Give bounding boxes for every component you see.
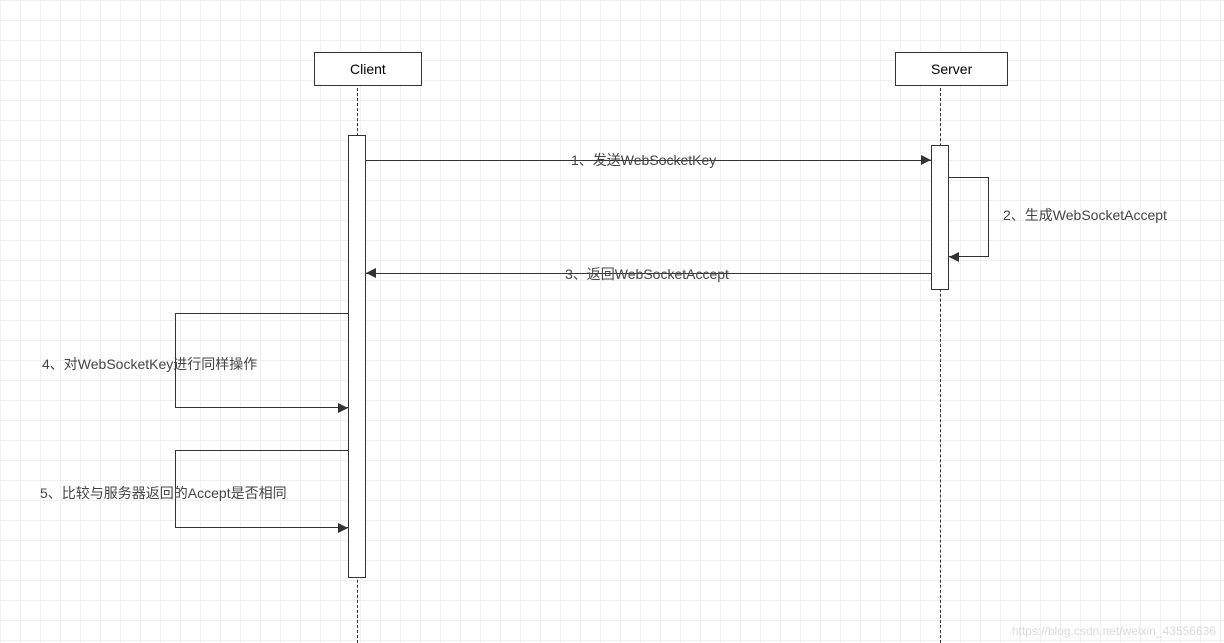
msg3-arrow: [366, 268, 376, 278]
activation-server: [931, 145, 949, 290]
msg5-arrow: [338, 523, 348, 533]
msg2-label: 2、生成WebSocketAccept: [1003, 205, 1167, 225]
activation-client: [348, 135, 366, 578]
actor-server: Server: [895, 52, 1008, 86]
msg1-arrow: [921, 155, 931, 165]
watermark: https://blog.csdn.net/weixin_43556636: [1012, 624, 1216, 638]
msg4-arrow: [338, 403, 348, 413]
msg5-label: 5、比较与服务器返回的Accept是否相同: [40, 483, 287, 503]
actor-client: Client: [314, 52, 422, 86]
msg2-arrow: [949, 252, 959, 262]
msg1-label: 1、发送WebSocketKey: [571, 150, 716, 170]
msg2-loop: [949, 177, 989, 257]
msg4-label: 4、对WebSocketKey进行同样操作: [42, 354, 257, 374]
msg3-label: 3、返回WebSocketAccept: [565, 264, 729, 284]
